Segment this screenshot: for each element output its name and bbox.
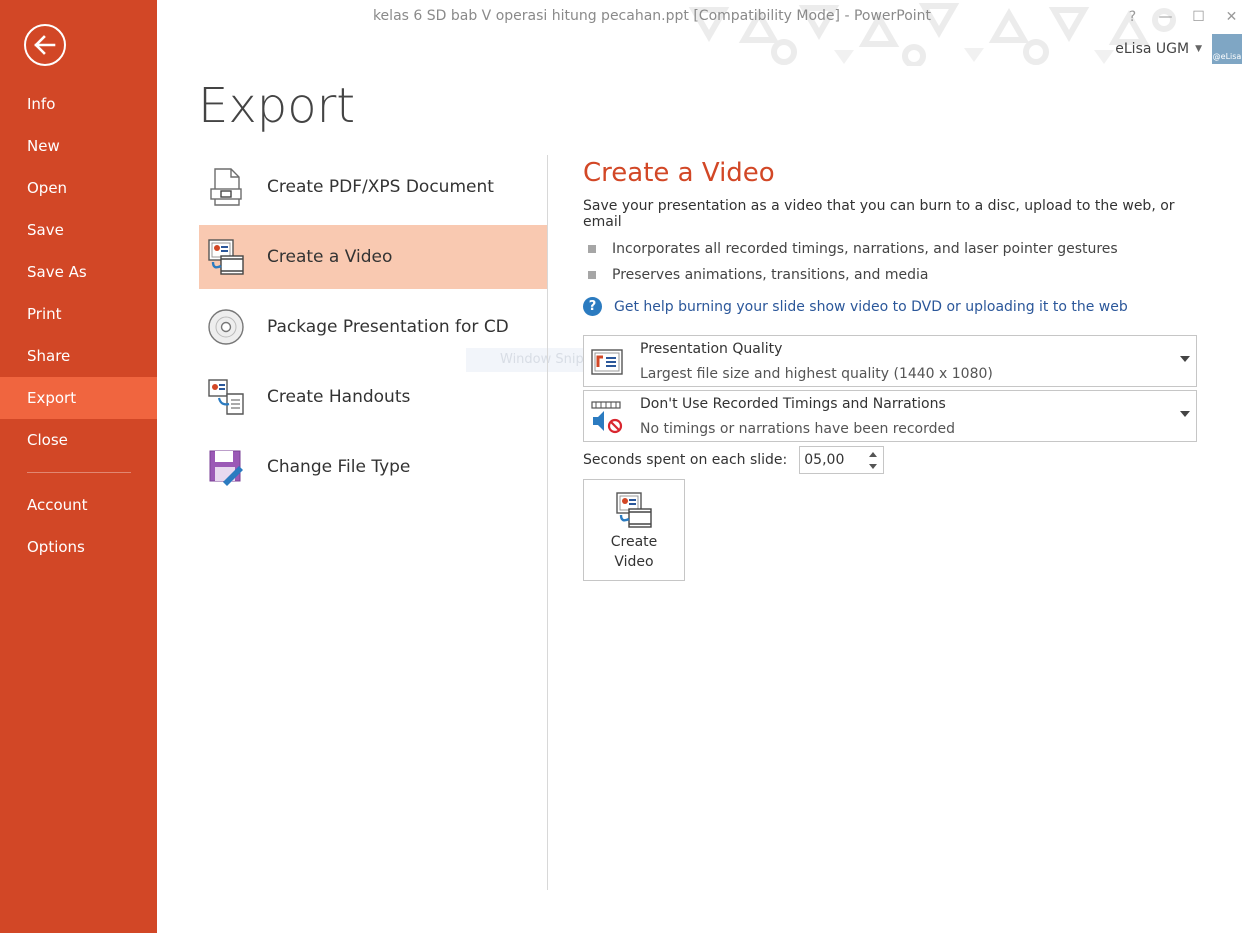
- nav-divider: [27, 472, 131, 473]
- nav-new[interactable]: New: [0, 125, 157, 167]
- option-create-handouts[interactable]: Create Handouts: [199, 365, 547, 429]
- option-create-pdf[interactable]: Create PDF/XPS Document: [199, 155, 547, 219]
- option-label: Create Handouts: [267, 387, 411, 407]
- create-video-button[interactable]: Create Video: [583, 479, 685, 581]
- seconds-input[interactable]: [800, 447, 861, 473]
- option-create-video[interactable]: Create a Video: [199, 225, 547, 289]
- avatar: @eLisa: [1212, 34, 1242, 64]
- nav-info[interactable]: Info: [0, 83, 157, 125]
- help-link[interactable]: ? Get help burning your slide show video…: [583, 297, 1203, 316]
- quality-sub-text: Largest file size and highest quality (1…: [640, 366, 993, 382]
- chevron-down-icon: [1180, 356, 1190, 362]
- user-account[interactable]: eLisa UGM ▼ @eLisa: [1115, 34, 1242, 64]
- bullet-text: Incorporates all recorded timings, narra…: [612, 241, 1118, 257]
- panel-divider: [547, 155, 548, 890]
- video-icon: [206, 237, 246, 277]
- create-video-label: Create Video: [610, 534, 658, 570]
- stepper-up-button[interactable]: [867, 448, 879, 460]
- create-video-panel: Create a Video Save your presentation as…: [583, 158, 1203, 581]
- back-button[interactable]: [24, 24, 66, 66]
- chevron-down-icon: ▼: [1195, 44, 1202, 54]
- nav-open[interactable]: Open: [0, 167, 157, 209]
- backstage-nav: Info New Open Save Save As Print Share E…: [0, 83, 157, 568]
- cd-icon: [206, 307, 246, 347]
- chevron-up-icon: [869, 451, 878, 457]
- video-icon: [616, 492, 652, 528]
- chevron-down-icon: [1180, 411, 1190, 417]
- nav-export[interactable]: Export: [0, 377, 157, 419]
- chevron-down-icon: [869, 463, 878, 469]
- nav-save[interactable]: Save: [0, 209, 157, 251]
- question-icon: ?: [583, 297, 602, 316]
- window-controls: ? — ☐ ✕: [1116, 6, 1248, 28]
- bullet-marker: [588, 271, 596, 279]
- bullet-item: Preserves animations, transitions, and m…: [583, 262, 1203, 288]
- export-options-list: Create PDF/XPS Document Create a Video P…: [199, 155, 547, 505]
- back-arrow-icon: [34, 35, 56, 55]
- seconds-row: Seconds spent on each slide:: [583, 446, 885, 474]
- nav-account[interactable]: Account: [0, 484, 157, 526]
- option-change-file-type[interactable]: Change File Type: [199, 435, 547, 499]
- help-icon[interactable]: ?: [1116, 6, 1149, 28]
- nav-print[interactable]: Print: [0, 293, 157, 335]
- pdf-document-icon: [206, 167, 246, 207]
- quality-main-text: Presentation Quality: [640, 341, 783, 357]
- user-name: eLisa UGM: [1115, 41, 1190, 57]
- handouts-icon: [206, 377, 246, 417]
- timings-sub-text: No timings or narrations have been recor…: [640, 421, 955, 437]
- bullet-text: Preserves animations, transitions, and m…: [612, 267, 929, 283]
- no-narration-icon: [591, 401, 623, 434]
- timings-main-text: Don't Use Recorded Timings and Narration…: [640, 396, 946, 412]
- page-title: Export: [198, 78, 356, 134]
- title-bar: kelas 6 SD bab V operasi hitung pecahan.…: [157, 0, 1254, 66]
- save-file-type-icon: [206, 447, 246, 487]
- nav-options[interactable]: Options: [0, 526, 157, 568]
- option-label: Change File Type: [267, 457, 411, 477]
- quality-dropdown[interactable]: Presentation Quality Largest file size a…: [583, 335, 1197, 387]
- backstage-sidebar: Info New Open Save Save As Print Share E…: [0, 0, 157, 933]
- panel-title: Create a Video: [583, 158, 775, 188]
- close-icon[interactable]: ✕: [1215, 6, 1248, 28]
- seconds-stepper[interactable]: [799, 446, 885, 474]
- nav-share[interactable]: Share: [0, 335, 157, 377]
- help-link-text[interactable]: Get help burning your slide show video t…: [614, 299, 1128, 315]
- stepper-down-button[interactable]: [867, 460, 879, 472]
- option-label: Create a Video: [267, 247, 393, 267]
- nav-save-as[interactable]: Save As: [0, 251, 157, 293]
- window-snip-overlay: Window Snip: [466, 348, 586, 372]
- seconds-label: Seconds spent on each slide:: [583, 452, 788, 468]
- panel-description: Save your presentation as a video that y…: [583, 198, 1175, 230]
- bullet-marker: [588, 245, 596, 253]
- window-title: kelas 6 SD bab V operasi hitung pecahan.…: [372, 8, 932, 24]
- nav-close[interactable]: Close: [0, 419, 157, 461]
- timings-dropdown[interactable]: Don't Use Recorded Timings and Narration…: [583, 390, 1197, 442]
- bullet-item: Incorporates all recorded timings, narra…: [583, 236, 1203, 262]
- presentation-quality-icon: [591, 349, 623, 375]
- minimize-icon[interactable]: —: [1149, 6, 1182, 28]
- option-label: Package Presentation for CD: [267, 317, 509, 337]
- option-label: Create PDF/XPS Document: [267, 177, 494, 197]
- maximize-icon[interactable]: ☐: [1182, 6, 1215, 28]
